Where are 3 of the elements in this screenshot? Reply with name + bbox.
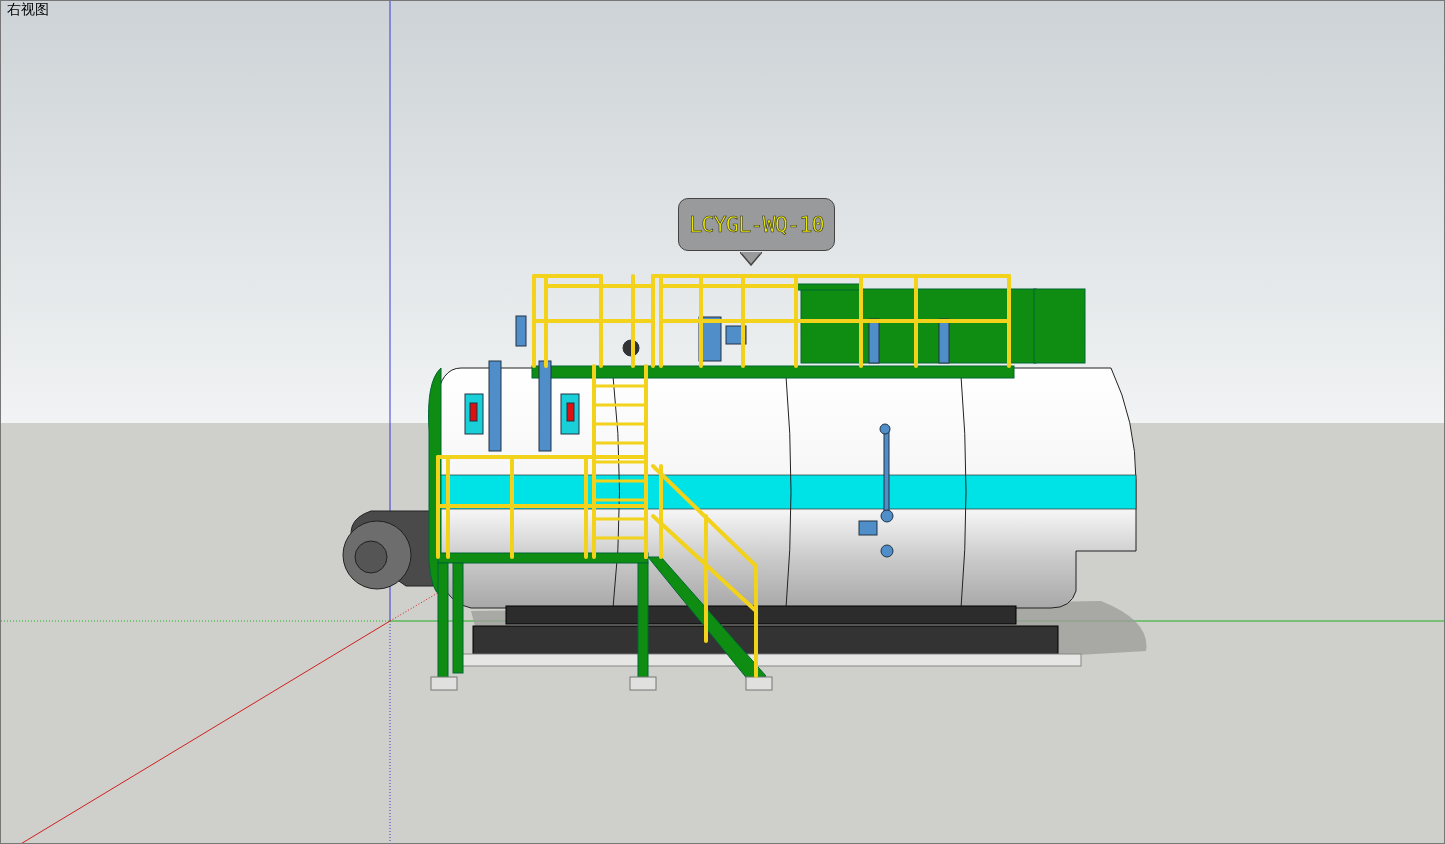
callout-pointer (740, 252, 762, 266)
callout-label: LCYGL-WQ-10 (678, 198, 835, 251)
view-label: 右视图 (7, 1, 49, 19)
